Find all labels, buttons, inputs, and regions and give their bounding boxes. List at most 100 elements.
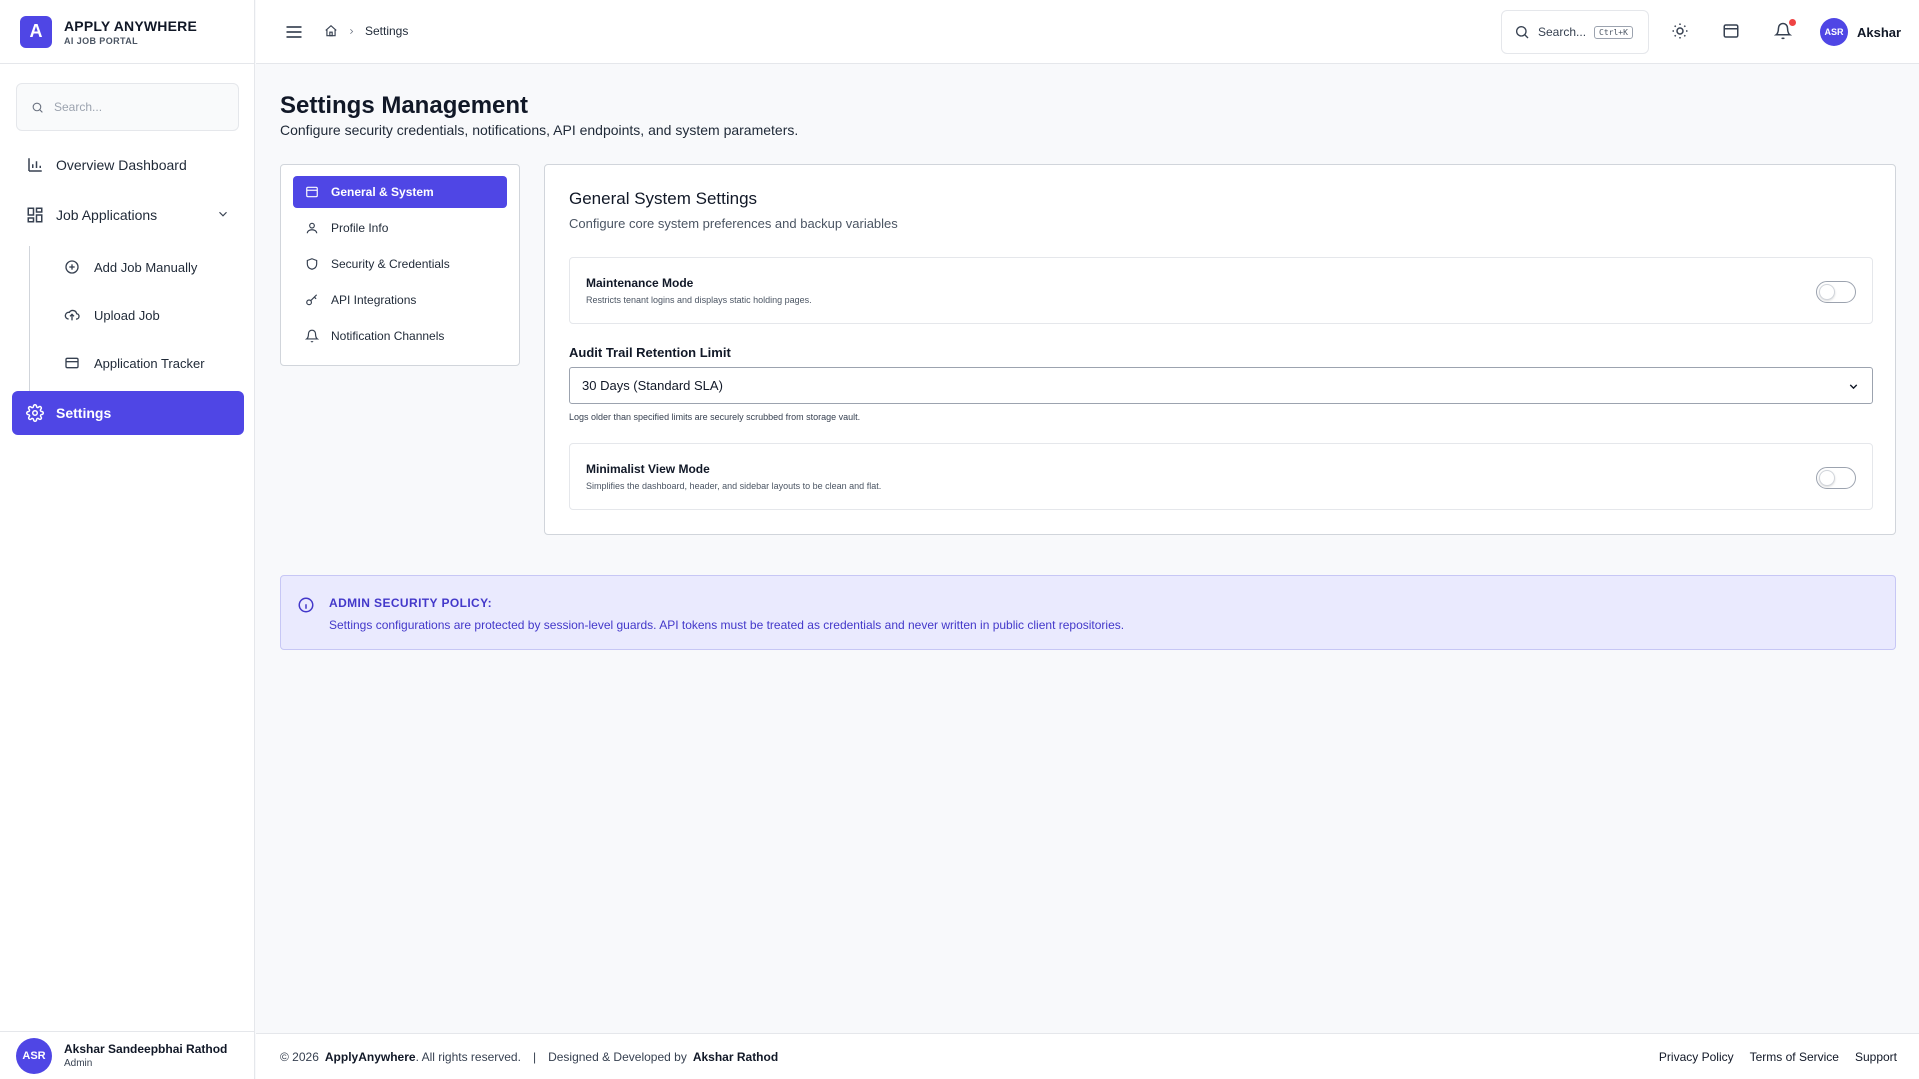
- bar-chart-icon: [28, 158, 42, 172]
- tab-label: Security & Credentials: [331, 257, 450, 271]
- policy-title: ADMIN SECURITY POLICY:: [329, 596, 493, 610]
- plus-circle-icon: [65, 260, 79, 274]
- avatar: ASR: [16, 1037, 52, 1074]
- tab-label: Notification Channels: [331, 329, 445, 343]
- sidebar-item-label: Settings: [56, 405, 112, 421]
- sidebar-item-label: Overview Dashboard: [56, 157, 187, 173]
- card-icon: [65, 357, 79, 369]
- sidebar-item-job-applications[interactable]: Job Applications: [12, 193, 244, 237]
- sidebar-item-overview-dashboard[interactable]: Overview Dashboard: [12, 143, 244, 187]
- setting-description: Restricts tenant logins and displays sta…: [586, 295, 812, 305]
- search-icon: [1516, 26, 1529, 39]
- setting-label: Maintenance Mode: [586, 276, 694, 290]
- minimalist-view-toggle[interactable]: [1816, 467, 1856, 489]
- submenu-divider: [29, 246, 30, 412]
- general-settings-card: General System Settings Configure core s…: [544, 164, 1896, 535]
- sidebar-subitem-add-job-manually[interactable]: Add Job Manually: [64, 247, 197, 287]
- tab-security-credentials[interactable]: Security & Credentials: [293, 248, 507, 280]
- audit-retention-select[interactable]: 30 Days (Standard SLA): [569, 367, 1873, 404]
- section-title: General System Settings: [569, 189, 758, 208]
- setting-description: Simplifies the dashboard, header, and si…: [586, 481, 882, 491]
- sidebar: A APPLY ANYWHERE AI JOB PORTAL Search...…: [0, 0, 255, 1079]
- select-value: 30 Days (Standard SLA): [582, 378, 723, 393]
- tab-general-system[interactable]: General & System: [293, 176, 507, 208]
- brand-subtitle: AI JOB PORTAL: [64, 35, 139, 46]
- tab-label: API Integrations: [331, 293, 417, 307]
- maintenance-mode-setting: Maintenance Mode Restricts tenant logins…: [569, 257, 1873, 324]
- maintenance-mode-toggle[interactable]: [1816, 281, 1856, 303]
- window-icon: [306, 186, 318, 198]
- sun-icon[interactable]: [1671, 22, 1689, 40]
- cloud-upload-icon: [64, 309, 80, 321]
- breadcrumb-current: Settings: [365, 24, 409, 38]
- user-name: Akshar Sandeepbhai Rathod: [64, 1042, 228, 1056]
- search-icon: [32, 102, 43, 113]
- avatar: ASR: [1820, 18, 1848, 46]
- copyright-prefix: © 2026: [280, 1050, 319, 1064]
- audit-retention-help: Logs older than specified limits are sec…: [569, 412, 861, 422]
- menu-icon[interactable]: [284, 22, 304, 42]
- tab-profile-info[interactable]: Profile Info: [293, 212, 507, 244]
- footer-links: Privacy Policy Terms of Service Support: [1659, 1050, 1897, 1064]
- key-icon: [306, 294, 318, 306]
- user-role: Admin: [64, 1058, 93, 1069]
- toggle-knob: [1819, 470, 1835, 486]
- brand-title: APPLY ANYWHERE: [64, 17, 197, 34]
- sidebar-subitem-label: Application Tracker: [94, 355, 205, 371]
- page-title: Settings Management: [280, 92, 529, 119]
- page-subtitle: Configure security credentials, notifica…: [280, 122, 799, 138]
- breadcrumb: Settings: [324, 24, 408, 38]
- chevron-down-icon: [1849, 384, 1858, 390]
- sidebar-subitem-label: Upload Job: [94, 307, 160, 323]
- user-name: Akshar: [1857, 24, 1902, 40]
- info-icon: [298, 597, 314, 613]
- tab-label: Profile Info: [331, 221, 389, 235]
- policy-text: Settings configurations are protected by…: [329, 618, 1125, 632]
- terms-of-service-link[interactable]: Terms of Service: [1750, 1050, 1839, 1064]
- footer-designer: Akshar Rathod: [692, 1050, 779, 1064]
- window-icon[interactable]: [1722, 22, 1740, 40]
- gear-icon: [26, 404, 44, 422]
- user-menu[interactable]: ASR Akshar: [1820, 18, 1901, 46]
- notification-dot: [1789, 19, 1796, 26]
- shield-icon: [306, 258, 318, 270]
- tab-api-integrations[interactable]: API Integrations: [293, 284, 507, 316]
- sidebar-subitem-upload-job[interactable]: Upload Job: [64, 295, 160, 335]
- tab-label: General & System: [331, 185, 434, 199]
- support-link[interactable]: Support: [1855, 1050, 1897, 1064]
- user-icon: [306, 222, 318, 234]
- topbar: Settings Search... Ctrl+K ASR Akshar: [256, 0, 1919, 64]
- footer-separator: |: [532, 1050, 537, 1064]
- sidebar-search-placeholder: Search...: [54, 100, 103, 114]
- home-icon[interactable]: [324, 24, 338, 38]
- brand[interactable]: A APPLY ANYWHERE AI JOB PORTAL: [0, 0, 254, 64]
- toggle-knob: [1819, 284, 1835, 300]
- audit-retention-label: Audit Trail Retention Limit: [569, 345, 731, 360]
- brand-logo: A: [20, 15, 52, 48]
- sidebar-user-profile[interactable]: ASR Akshar Sandeepbhai Rathod Admin: [0, 1031, 255, 1079]
- footer-copyright: © 2026 ApplyAnywhere. All rights reserve…: [280, 1050, 778, 1064]
- global-search-button[interactable]: Search... Ctrl+K: [1501, 10, 1649, 54]
- grid-icon: [27, 207, 43, 223]
- chevron-down-icon[interactable]: [216, 207, 230, 221]
- minimalist-view-setting: Minimalist View Mode Simplifies the dash…: [569, 443, 1873, 510]
- global-search-label: Search...: [1538, 25, 1587, 39]
- sidebar-search-input[interactable]: Search...: [16, 83, 239, 131]
- footer-designed-prefix: Designed & Developed by: [548, 1050, 687, 1064]
- setting-label: Minimalist View Mode: [586, 462, 710, 476]
- settings-tabs: General & System Profile Info Security &…: [280, 164, 520, 366]
- section-subtitle: Configure core system preferences and ba…: [569, 216, 898, 231]
- sidebar-item-label: Job Applications: [56, 207, 158, 223]
- tab-notification-channels[interactable]: Notification Channels: [293, 320, 507, 352]
- privacy-policy-link[interactable]: Privacy Policy: [1659, 1050, 1734, 1064]
- chevron-right-icon: [350, 28, 354, 34]
- keyboard-shortcut-badge: Ctrl+K: [1594, 25, 1633, 39]
- admin-security-policy-notice: ADMIN SECURITY POLICY: Settings configur…: [280, 575, 1896, 650]
- footer-brand: ApplyAnywhere: [324, 1050, 416, 1064]
- sidebar-item-settings[interactable]: Settings: [12, 391, 244, 435]
- footer-rights: . All rights reserved.: [415, 1050, 521, 1064]
- sidebar-subitem-application-tracker[interactable]: Application Tracker: [64, 343, 205, 383]
- bell-icon: [305, 329, 319, 343]
- sidebar-subitem-label: Add Job Manually: [94, 259, 198, 275]
- footer: © 2026 ApplyAnywhere. All rights reserve…: [256, 1033, 1919, 1079]
